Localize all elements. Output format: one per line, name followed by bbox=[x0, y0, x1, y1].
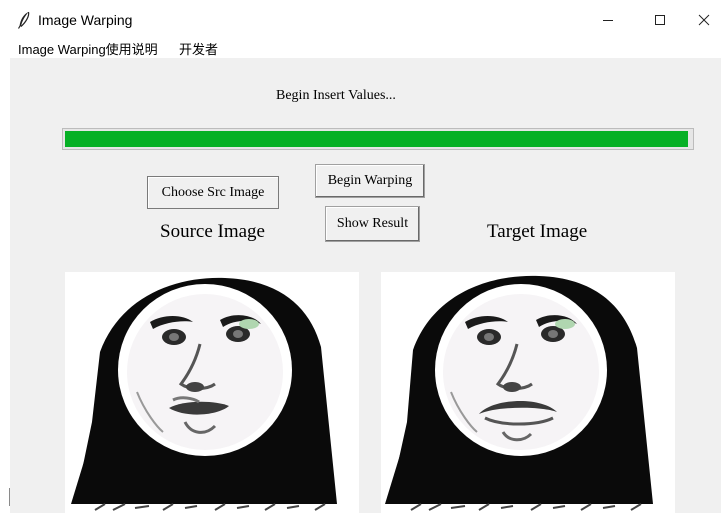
source-image-label: Source Image bbox=[160, 221, 265, 242]
begin-warping-button[interactable]: Begin Warping bbox=[315, 164, 425, 198]
face-meme-image bbox=[65, 272, 359, 513]
window-title: Image Warping bbox=[38, 12, 133, 28]
close-icon bbox=[698, 14, 710, 26]
minimize-icon bbox=[603, 20, 613, 21]
status-text: Begin Insert Values... bbox=[276, 88, 396, 103]
minimize-button[interactable] bbox=[585, 0, 631, 40]
menu-developer[interactable]: 开发者 bbox=[179, 39, 218, 58]
warped-face-meme-image bbox=[381, 272, 675, 513]
menu-bar: Image Warping使用说明 开发者 bbox=[0, 37, 721, 58]
progress-fill bbox=[65, 131, 688, 147]
maximize-button[interactable] bbox=[637, 0, 683, 40]
progress-bar bbox=[62, 128, 694, 150]
target-image bbox=[381, 272, 675, 513]
maximize-icon bbox=[655, 15, 665, 25]
choose-src-image-button[interactable]: Choose Src Image bbox=[147, 176, 279, 209]
title-bar: Image Warping bbox=[0, 0, 721, 40]
close-button[interactable] bbox=[681, 0, 721, 40]
menu-usage-instructions[interactable]: Image Warping使用说明 bbox=[18, 39, 158, 58]
window-edge-divider bbox=[9, 488, 10, 506]
feather-icon bbox=[17, 11, 30, 29]
source-image bbox=[65, 272, 359, 513]
show-result-button[interactable]: Show Result bbox=[325, 206, 420, 242]
target-image-label: Target Image bbox=[487, 221, 588, 242]
